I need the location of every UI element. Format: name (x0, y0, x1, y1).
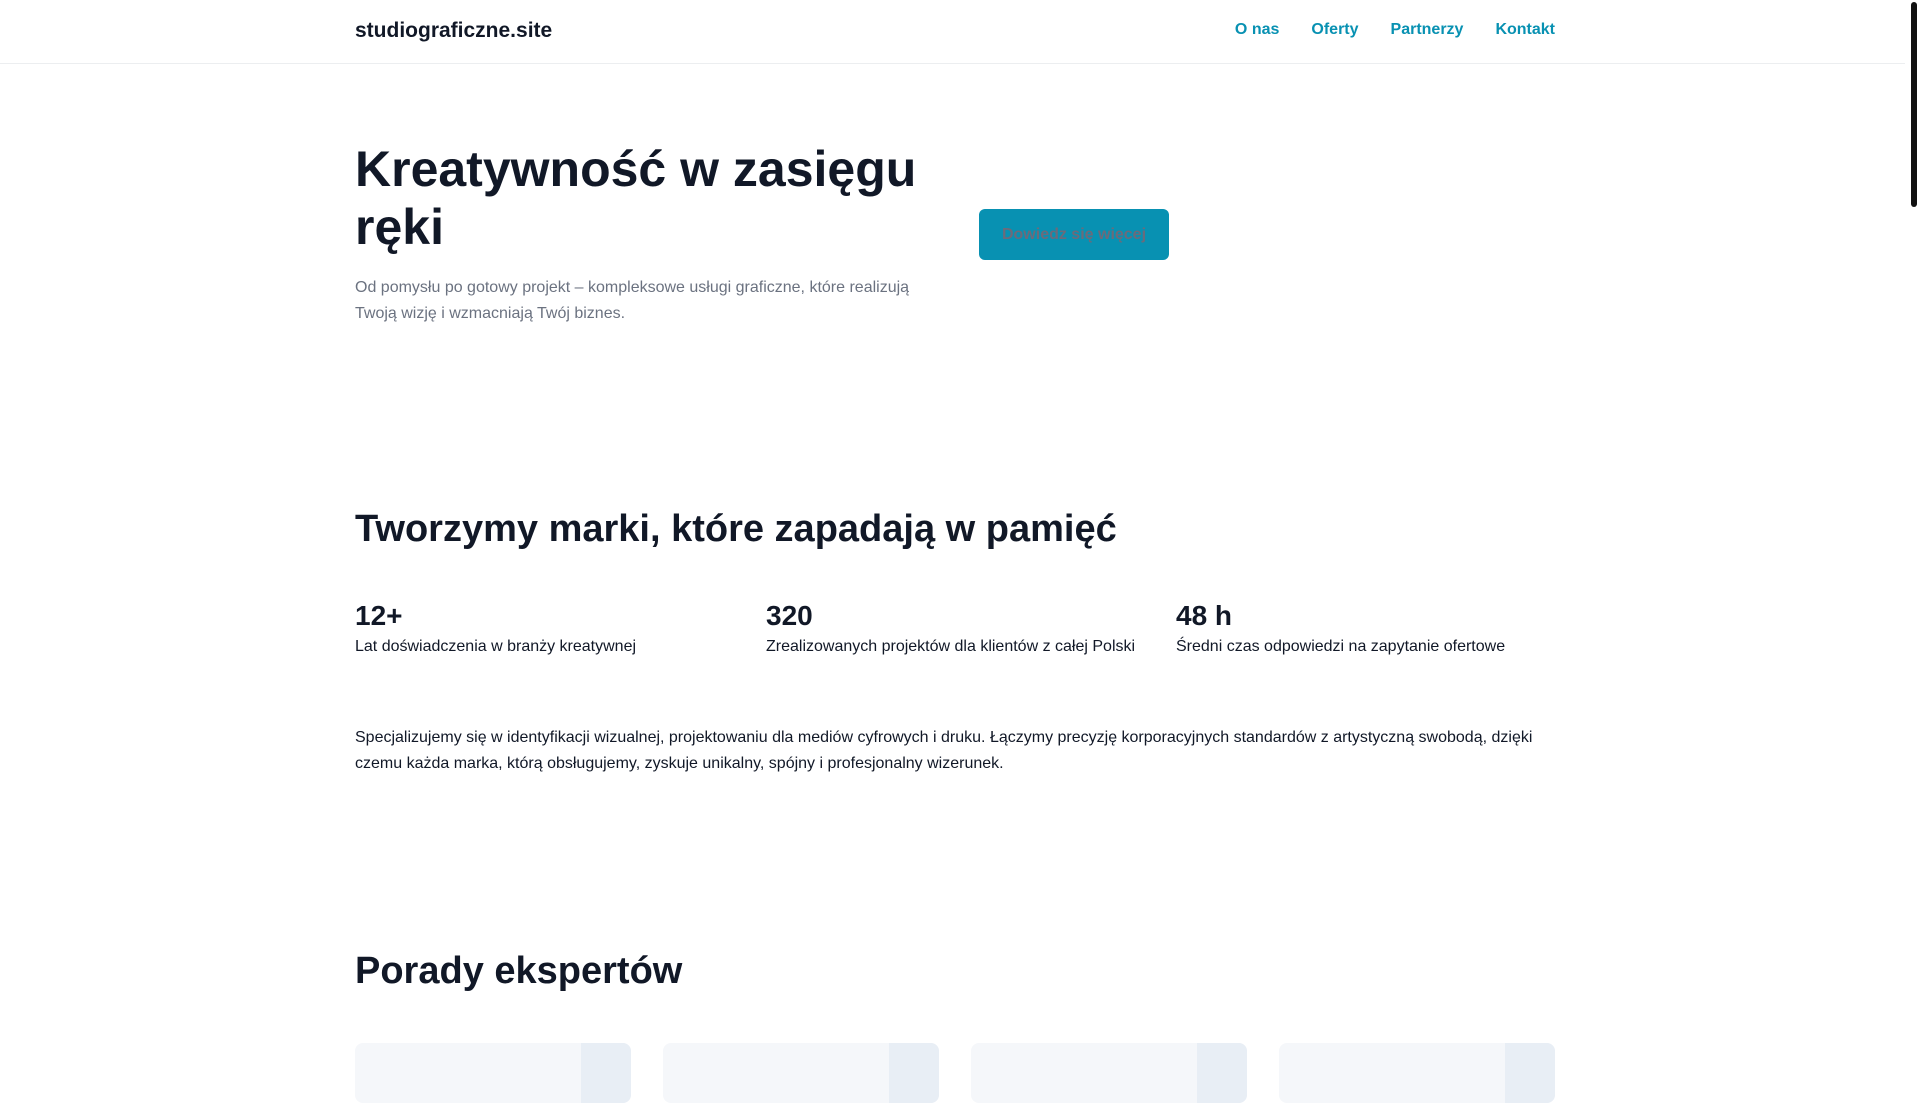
advice-title: Porady ekspertów (355, 950, 683, 992)
card-corner-decoration (1505, 1043, 1555, 1103)
advice-card[interactable] (971, 1043, 1247, 1103)
scrollbar-thumb[interactable] (1911, 2, 1917, 207)
card-corner-decoration (889, 1043, 939, 1103)
stat-number: 320 (766, 600, 813, 631)
card-corner-decoration (581, 1043, 631, 1103)
advice-card[interactable] (355, 1043, 631, 1103)
stat-label: Zrealizowanych projektów dla klientów z … (766, 638, 1136, 655)
hero-title: Kreatywność w zasięgu ręki (355, 141, 917, 255)
scrollbar[interactable] (1905, 0, 1920, 1080)
about-text: Specjalizujemy się w identyfikacji wizua… (355, 729, 1533, 772)
nav-partnerzy[interactable]: Partnerzy (1391, 21, 1464, 39)
stat-years: 12+ Lat doświadczenia w branży kreatywne… (355, 600, 636, 656)
main-nav: O nas Oferty Partnerzy Kontakt (1235, 21, 1555, 39)
stat-number: 48 h (1176, 600, 1233, 631)
stat-projects: 320 Zrealizowanych projektów dla klientó… (766, 600, 1135, 656)
advice-card[interactable] (663, 1043, 939, 1103)
stat-response-time: 48 h Średni czas odpowiedzi na zapytanie… (1176, 600, 1505, 656)
advice-card[interactable] (1279, 1043, 1555, 1103)
about-title: Tworzymy marki, które zapadają w pamięć (355, 508, 1117, 550)
site-header: studiograficzne.site O nas Oferty Partne… (0, 0, 1905, 64)
nav-kontakt[interactable]: Kontakt (1495, 21, 1555, 39)
card-corner-decoration (1197, 1043, 1247, 1103)
site-logo[interactable]: studiograficzne.site (355, 19, 552, 43)
nav-oferty[interactable]: Oferty (1311, 21, 1358, 39)
stat-label: Lat doświadczenia w branży kreatywnej (355, 638, 637, 655)
hero-text: Od pomysłu po gotowy projekt – komplekso… (355, 279, 910, 322)
nav-o-nas[interactable]: O nas (1235, 21, 1279, 39)
stat-number: 12+ (355, 600, 403, 631)
stat-label: Średni czas odpowiedzi na zapytanie ofer… (1176, 638, 1506, 655)
learn-more-button[interactable]: Dowiedz się więcej (979, 209, 1169, 260)
